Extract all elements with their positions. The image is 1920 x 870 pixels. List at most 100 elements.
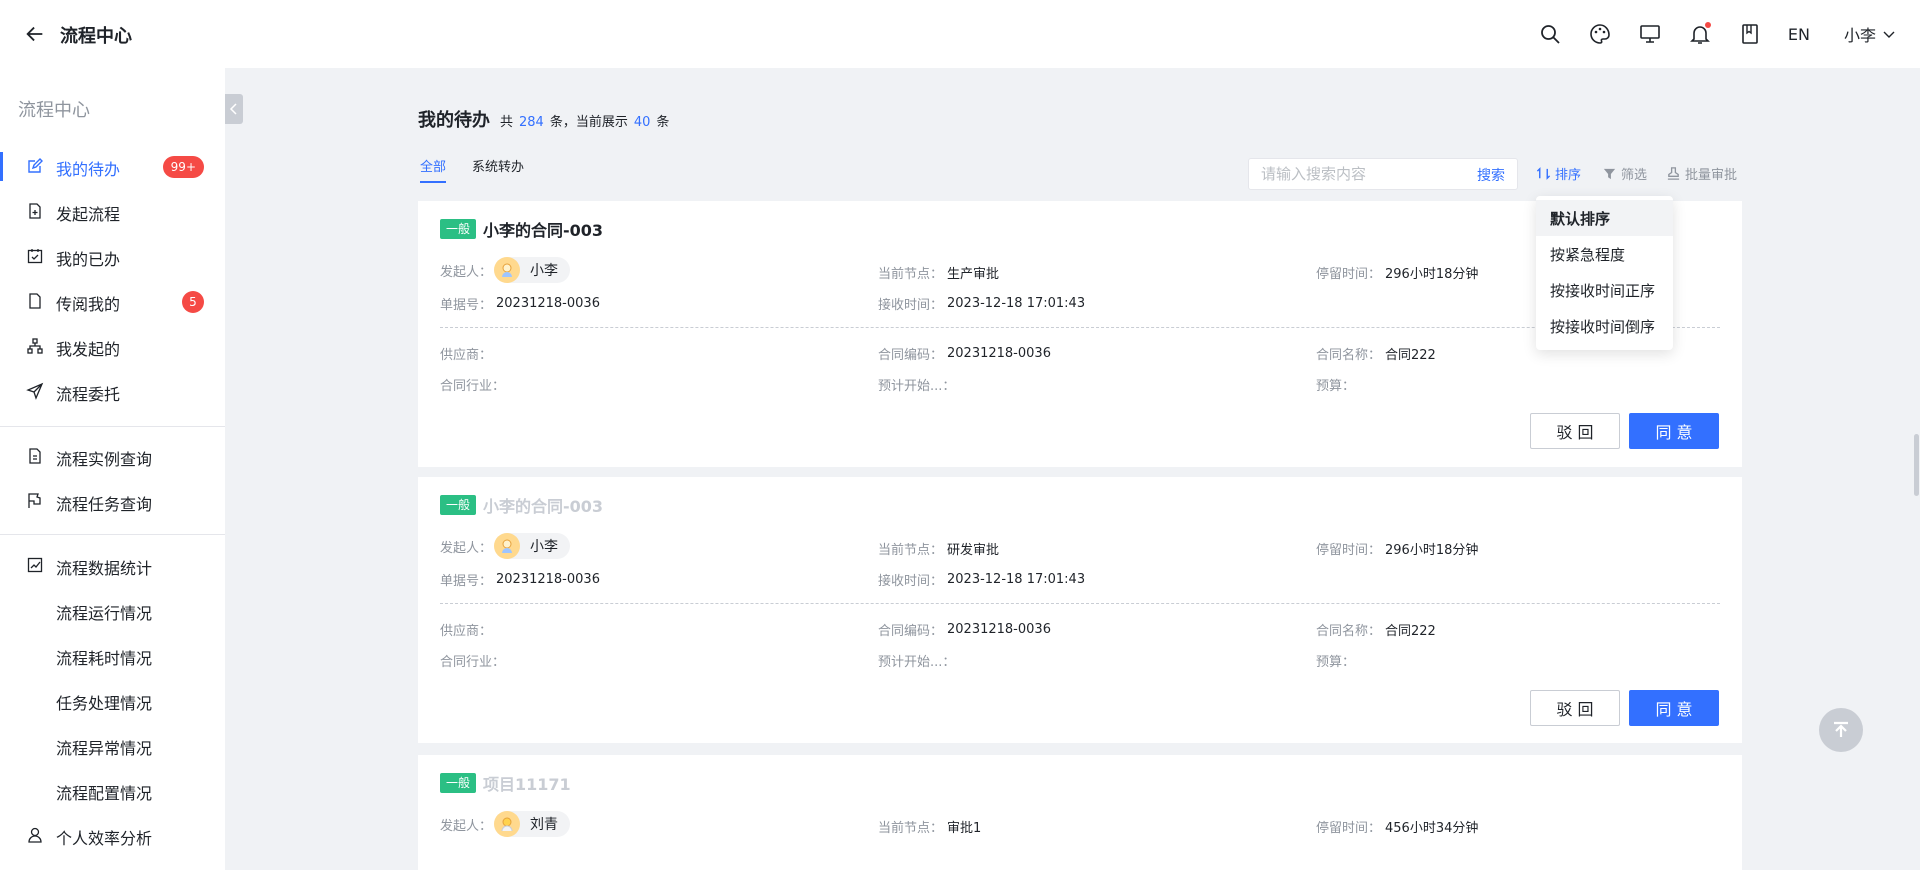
user-menu[interactable]: 小李 bbox=[1844, 22, 1896, 46]
tab-all[interactable]: 全部 bbox=[420, 156, 447, 183]
field-label: 当前节点： bbox=[878, 821, 944, 836]
filter-icon bbox=[1603, 168, 1616, 180]
sidebar-item-statistics[interactable]: 流程数据统计 bbox=[0, 543, 225, 588]
sidebar-item-label: 流程配置情况 bbox=[56, 784, 153, 803]
card-title[interactable]: 项目11171 bbox=[483, 771, 571, 795]
sort-option-time-asc[interactable]: 按接收时间正序 bbox=[1536, 272, 1673, 308]
sidebar-item-task-query[interactable]: 流程任务查询 bbox=[0, 479, 225, 524]
filter-button[interactable]: 筛选 bbox=[1602, 164, 1647, 183]
initiator-field: 发起人： 刘青 bbox=[440, 811, 571, 837]
filter-label: 筛选 bbox=[1621, 168, 1648, 183]
sidebar-item-run-status[interactable]: 流程运行情况 bbox=[0, 588, 225, 633]
agree-button[interactable]: 同 意 bbox=[1629, 413, 1719, 449]
field-label: 合同名称： bbox=[1316, 624, 1382, 639]
sidebar-item-label: 我发起的 bbox=[56, 340, 121, 359]
user-chip: 小李 bbox=[494, 257, 571, 283]
sidebar-item-start-process[interactable]: 发起流程 bbox=[0, 189, 225, 234]
card-title[interactable]: 小李的合同-003 bbox=[483, 217, 603, 241]
field-label: 单据号： bbox=[440, 298, 493, 313]
sidebar-item-label: 我的待办 bbox=[56, 160, 121, 179]
shown-count: 40 bbox=[633, 115, 651, 130]
notification-dot bbox=[1704, 22, 1711, 28]
avatar bbox=[494, 257, 521, 283]
book-icon[interactable] bbox=[1738, 22, 1762, 46]
arrow-up-icon bbox=[1834, 721, 1848, 737]
batch-approve-button[interactable]: 批量审批 bbox=[1666, 164, 1737, 183]
industry-field: 合同行业： bbox=[440, 375, 505, 394]
card-title[interactable]: 小李的合同-003 bbox=[483, 493, 603, 517]
contract-name-field: 合同名称： 合同222 bbox=[1316, 620, 1436, 639]
scrollbar-thumb[interactable] bbox=[1914, 434, 1919, 496]
sidebar-item-my-todo[interactable]: 我的待办 99+ bbox=[0, 144, 225, 189]
initiator-name: 刘青 bbox=[530, 817, 559, 833]
app-title: 流程中心 bbox=[60, 26, 132, 47]
sort-option-urgency[interactable]: 按紧急程度 bbox=[1536, 236, 1673, 272]
sidebar-item-label: 流程任务查询 bbox=[56, 495, 153, 514]
avatar bbox=[494, 533, 521, 559]
bell-icon[interactable] bbox=[1688, 22, 1712, 46]
search-icon[interactable] bbox=[1538, 22, 1562, 46]
sidebar-item-efficiency[interactable]: 个人效率分析 bbox=[0, 813, 225, 858]
todo-card[interactable]: 一般 小李的合同-003 发起人： 小李 当前节点： 研发审批 停留时间： 296小… bbox=[418, 477, 1742, 743]
sidebar-item-label: 流程委托 bbox=[56, 385, 121, 404]
sidebar-item-task-handling[interactable]: 任务处理情况 bbox=[0, 678, 225, 723]
doc-no-field: 单据号： 20231218-0036 bbox=[440, 570, 600, 589]
node-field: 当前节点： 审批1 bbox=[878, 817, 981, 836]
field-label: 合同行业： bbox=[440, 655, 506, 670]
sidebar-item-exceptions[interactable]: 流程异常情况 bbox=[0, 723, 225, 768]
field-label: 停留时间： bbox=[1316, 821, 1382, 836]
language-switch[interactable]: EN bbox=[1788, 25, 1810, 44]
back-to-top-button[interactable] bbox=[1819, 708, 1863, 752]
sort-option-time-desc[interactable]: 按接收时间倒序 bbox=[1536, 308, 1673, 344]
file-add-icon bbox=[26, 202, 44, 220]
sidebar-item-time-cost[interactable]: 流程耗时情况 bbox=[0, 633, 225, 678]
sort-option-default[interactable]: 默认排序 bbox=[1536, 200, 1673, 236]
reject-button[interactable]: 驳 回 bbox=[1530, 690, 1620, 726]
field-label: 合同编码： bbox=[878, 624, 944, 639]
field-label: 预算： bbox=[1316, 379, 1356, 394]
user-chip: 刘青 bbox=[494, 811, 571, 837]
initiator-name: 小李 bbox=[530, 539, 559, 555]
sort-label: 排序 bbox=[1555, 168, 1582, 183]
field-value: 生产审批 bbox=[947, 267, 1000, 282]
contract-name-field: 合同名称： 合同222 bbox=[1316, 344, 1436, 363]
node-field: 当前节点： 研发审批 bbox=[878, 539, 999, 558]
stay-time-field: 停留时间： 296小时18分钟 bbox=[1316, 263, 1478, 282]
palette-icon[interactable] bbox=[1588, 22, 1612, 46]
field-value: 20231218-0036 bbox=[947, 346, 1051, 361]
sort-button[interactable]: 排序 bbox=[1536, 164, 1581, 183]
sidebar-item-label: 流程耗时情况 bbox=[56, 649, 153, 668]
sidebar-item-my-done[interactable]: 我的已办 bbox=[0, 234, 225, 279]
sidebar-item-instance-query[interactable]: 流程实例查询 bbox=[0, 434, 225, 479]
field-label: 当前节点： bbox=[878, 543, 944, 558]
user-icon bbox=[26, 826, 44, 844]
sidebar-item-initiated[interactable]: 我发起的 bbox=[0, 324, 225, 369]
sort-icon bbox=[1536, 167, 1551, 180]
sidebar-collapse-button[interactable] bbox=[225, 94, 243, 124]
field-label: 预算： bbox=[1316, 655, 1356, 670]
sidebar-item-label: 我的已办 bbox=[56, 250, 121, 269]
sidebar-item-delegate[interactable]: 流程委托 bbox=[0, 369, 225, 414]
stats-prefix: 共 bbox=[500, 115, 514, 130]
field-label: 接收时间： bbox=[878, 298, 944, 313]
back-arrow-icon[interactable] bbox=[24, 23, 46, 45]
field-label: 停留时间： bbox=[1316, 267, 1382, 282]
tab-system-transfer[interactable]: 系统转办 bbox=[472, 156, 524, 183]
sidebar-item-config[interactable]: 流程配置情况 bbox=[0, 768, 225, 813]
sidebar-item-cc-me[interactable]: 传阅我的 5 bbox=[0, 279, 225, 324]
search-button[interactable]: 搜索 bbox=[1477, 165, 1505, 185]
supplier-field: 供应商： bbox=[440, 620, 492, 639]
todo-card[interactable]: 一般 项目11171 发起人： 刘青 当前节点： 审批1 停留时间： 456小时34… bbox=[418, 755, 1742, 870]
monitor-icon[interactable] bbox=[1638, 22, 1662, 46]
reject-button[interactable]: 驳 回 bbox=[1530, 413, 1620, 449]
node-field: 当前节点： 生产审批 bbox=[878, 263, 999, 282]
field-label: 发起人： bbox=[440, 264, 493, 280]
agree-button[interactable]: 同 意 bbox=[1629, 690, 1719, 726]
field-value: 20231218-0036 bbox=[947, 622, 1051, 637]
field-value: 20231218-0036 bbox=[496, 572, 600, 587]
contract-code-field: 合同编码： 20231218-0036 bbox=[878, 620, 1051, 639]
field-label: 供应商： bbox=[440, 348, 493, 363]
org-icon bbox=[26, 337, 44, 355]
sort-dropdown-menu: 默认排序 按紧急程度 按接收时间正序 按接收时间倒序 bbox=[1536, 196, 1673, 350]
search-input[interactable] bbox=[1249, 159, 1459, 189]
